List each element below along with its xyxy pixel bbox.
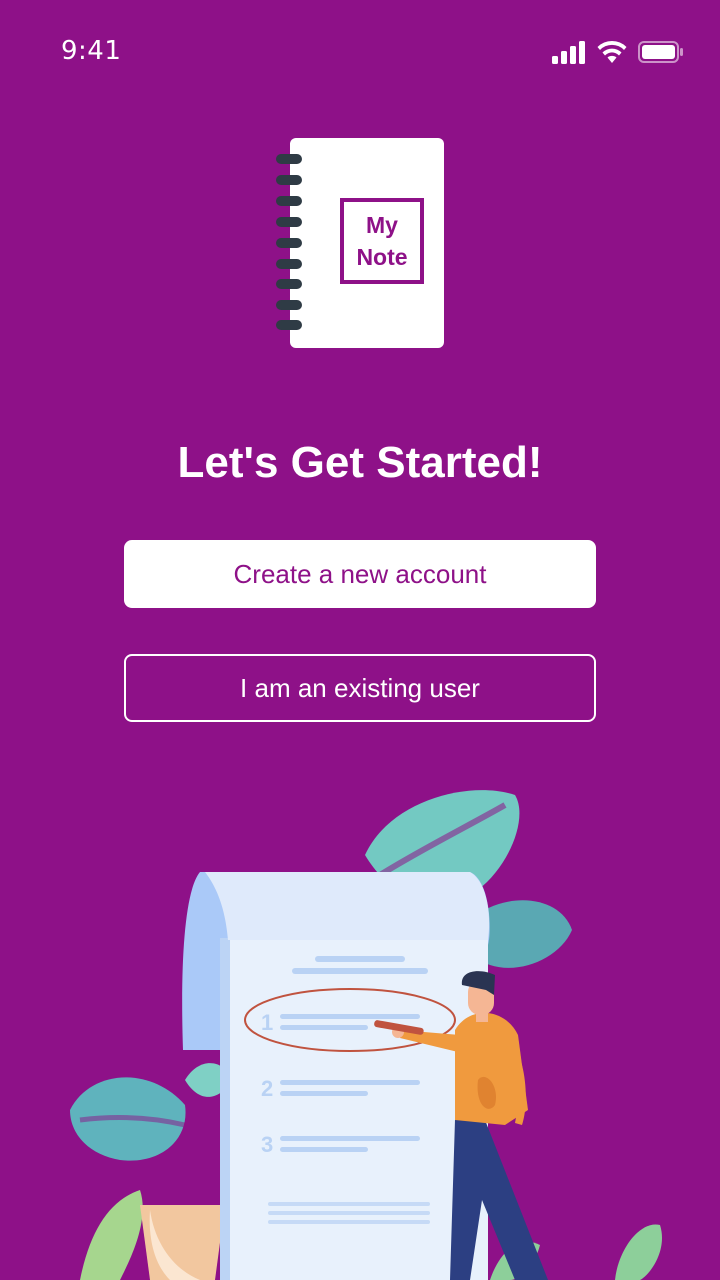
step-number-1: 1	[261, 1010, 273, 1035]
spiral-ring	[276, 259, 302, 269]
spiral-ring	[276, 320, 302, 330]
step-number-2: 2	[261, 1076, 273, 1101]
leaf-left	[70, 1063, 232, 1161]
spiral-ring	[276, 196, 302, 206]
create-account-button[interactable]: Create a new account	[124, 540, 596, 608]
battery-icon	[638, 41, 683, 63]
wifi-icon	[597, 40, 627, 63]
status-icons	[552, 40, 684, 64]
document-scroll	[182, 872, 490, 1280]
step-number-3: 3	[261, 1132, 273, 1157]
spiral-ring	[276, 238, 302, 248]
page-title: Let's Get Started!	[177, 438, 543, 487]
spiral-ring	[276, 217, 302, 227]
spiral-ring	[276, 175, 302, 185]
notebook-label: My Note	[340, 198, 424, 284]
onboarding-illustration: 1 2 3	[70, 790, 662, 1280]
notebook-cover: My Note	[290, 138, 444, 348]
status-bar: 9:41	[0, 0, 720, 110]
existing-user-button[interactable]: I am an existing user	[124, 654, 596, 722]
logo-text-line2: Note	[356, 244, 408, 270]
spiral-ring	[276, 279, 302, 289]
spiral-ring	[276, 300, 302, 310]
spiral-ring	[276, 154, 302, 164]
signal-icon	[552, 41, 585, 64]
status-time: 9:41	[61, 36, 122, 66]
logo-text-line1: My	[366, 212, 398, 238]
app-logo: My Note	[276, 138, 446, 350]
